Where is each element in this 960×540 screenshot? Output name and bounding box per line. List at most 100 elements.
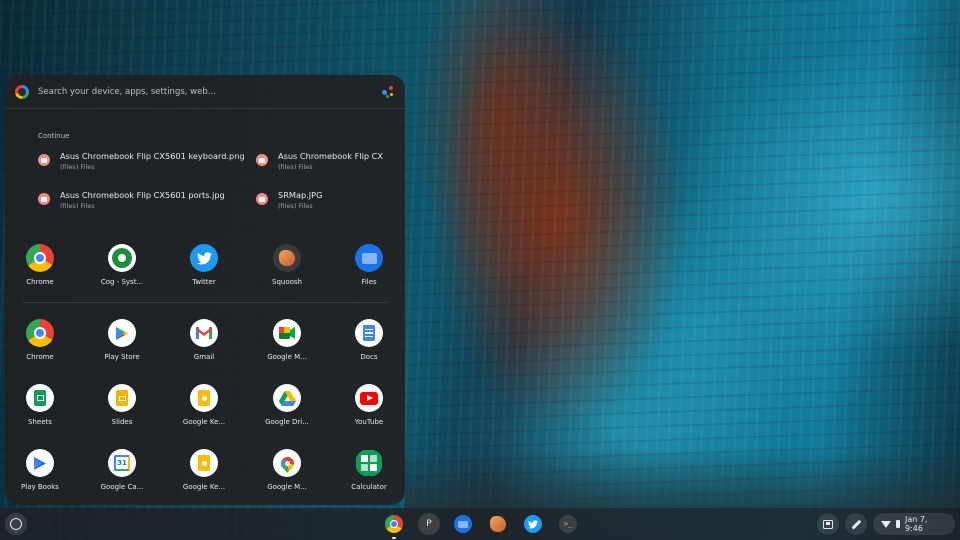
continue-file-item[interactable]: Asus Chromebook Flip CX (files) Files [256, 151, 383, 171]
app-label: Chrome [26, 278, 54, 286]
launcher-search-bar[interactable]: Search your device, apps, settings, web.… [5, 75, 405, 109]
app-label: Slides [111, 418, 133, 426]
image-file-icon [256, 154, 268, 166]
shelf-app-files[interactable] [452, 513, 474, 535]
app-docs[interactable]: Docs [334, 319, 404, 361]
screen-capture-icon [823, 519, 833, 529]
app-label: Google Ca... [100, 483, 144, 491]
play-store-icon [108, 319, 136, 347]
app-label: Gmail [193, 353, 215, 361]
gmail-icon [190, 319, 218, 347]
twitter-icon [524, 515, 542, 533]
app-label: Files [361, 278, 377, 286]
sheets-icon [26, 384, 54, 412]
continue-file-title: Asus Chromebook Flip CX5601 keyboard.png [60, 151, 245, 161]
app-play-store[interactable]: Play Store [87, 319, 157, 361]
google-g-icon [15, 84, 29, 99]
continue-file-source: (files) Files [60, 163, 95, 171]
continue-file-item[interactable]: SRMap.JPG (files) Files [256, 190, 322, 210]
recent-app-cog[interactable]: Cog - Syst... [87, 244, 157, 286]
calculator-icon [355, 449, 383, 477]
continue-section-label: Continue [38, 132, 70, 140]
recent-app-files[interactable]: Files [334, 244, 404, 286]
continue-file-title: Asus Chromebook Flip CX5601 ports.jpg [60, 190, 225, 200]
shelf-app-twitter[interactable] [522, 513, 544, 535]
app-label: Squoosh [272, 278, 302, 286]
recent-app-chrome[interactable]: Chrome [5, 244, 75, 286]
app-label: Play Books [21, 483, 59, 491]
files-icon [454, 515, 472, 533]
chrome-icon [26, 319, 54, 347]
app-label: Google Ke... [182, 418, 226, 426]
wallpaper-floor [405, 448, 960, 508]
tray-clipboard-button[interactable] [817, 513, 839, 535]
pen-icon [851, 519, 861, 529]
continue-file-source: (files) Files [278, 202, 313, 210]
app-google-keep[interactable]: Google Ke... [169, 384, 239, 426]
files-icon [355, 244, 383, 272]
twitter-icon [190, 244, 218, 272]
profile-p-icon: P [426, 519, 432, 529]
terminal-prompt: >_ [563, 520, 573, 528]
recent-app-squoosh[interactable]: Squoosh [252, 244, 322, 286]
google-keep-icon [190, 449, 218, 477]
clock: Jan 7, 9:46 [904, 515, 928, 533]
app-label: Calculator [351, 483, 387, 491]
launcher-button[interactable] [5, 513, 27, 535]
slides-icon [108, 384, 136, 412]
app-label: Cog - Syst... [100, 278, 144, 286]
squoosh-icon [273, 244, 301, 272]
launcher-divider [23, 302, 387, 303]
shelf-app-chrome[interactable] [383, 513, 405, 539]
continue-file-item[interactable]: Asus Chromebook Flip CX5601 keyboard.png… [38, 151, 245, 171]
shelf-app-terminal[interactable]: >_ [557, 513, 579, 535]
app-label: Docs [360, 353, 378, 361]
app-gmail[interactable]: Gmail [169, 319, 239, 361]
google-maps-icon [273, 449, 301, 477]
app-google-calendar[interactable]: 31 Google Ca... [87, 449, 157, 491]
app-chrome[interactable]: Chrome [5, 319, 75, 361]
search-input[interactable]: Search your device, apps, settings, web.… [38, 87, 381, 97]
chrome-icon [26, 244, 54, 272]
google-drive-icon [273, 384, 301, 412]
continue-file-title: Asus Chromebook Flip CX [278, 151, 383, 161]
chrome-icon [385, 515, 403, 533]
app-label: Google Ke... [182, 483, 226, 491]
app-label: Google M... [267, 353, 307, 361]
play-books-icon [26, 449, 54, 477]
cog-icon [108, 244, 136, 272]
tray-stylus-button[interactable] [845, 513, 867, 535]
app-google-keep-2[interactable]: Google Ke... [169, 449, 239, 491]
app-google-drive[interactable]: Google Dri... [252, 384, 322, 426]
app-calculator[interactable]: Calculator [334, 449, 404, 491]
continue-file-title: SRMap.JPG [278, 190, 323, 200]
shelf-app-squoosh[interactable] [487, 513, 509, 535]
recent-app-twitter[interactable]: Twitter [169, 244, 239, 286]
google-calendar-icon: 31 [108, 449, 136, 477]
app-label: Chrome [26, 353, 54, 361]
continue-file-item[interactable]: Asus Chromebook Flip CX5601 ports.jpg (f… [38, 190, 225, 210]
image-file-icon [38, 154, 50, 166]
app-play-books[interactable]: Play Books [5, 449, 75, 491]
app-google-meet[interactable]: Google M... [252, 319, 322, 361]
app-google-maps[interactable]: Google M... [252, 449, 322, 491]
docs-icon [355, 319, 383, 347]
app-slides[interactable]: Slides [87, 384, 157, 426]
shelf-app-profile[interactable]: P [418, 513, 440, 535]
shelf: P >_ Jan 7, 9:46 [0, 508, 960, 540]
app-label: Google Dri... [265, 418, 309, 426]
status-area[interactable]: Jan 7, 9:46 [873, 513, 955, 535]
squoosh-icon [490, 516, 506, 532]
app-sheets[interactable]: Sheets [5, 384, 75, 426]
app-label: Play Store [104, 353, 140, 361]
terminal-icon: >_ [559, 515, 577, 533]
running-indicator [392, 537, 396, 539]
google-keep-icon [190, 384, 218, 412]
assistant-icon[interactable] [381, 85, 395, 99]
battery-icon [896, 520, 900, 528]
app-launcher: Search your device, apps, settings, web.… [5, 75, 405, 505]
youtube-icon [355, 384, 383, 412]
app-youtube[interactable]: YouTube [334, 384, 404, 426]
continue-file-source: (files) Files [60, 202, 95, 210]
continue-file-source: (files) Files [278, 163, 313, 171]
